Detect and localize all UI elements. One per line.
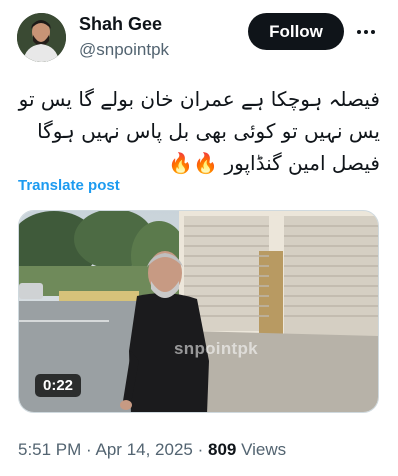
post-metadata: 5:51 PM · Apr 14, 2025 · 809 Views: [18, 440, 286, 460]
avatar[interactable]: [17, 13, 66, 62]
follow-button[interactable]: Follow: [248, 13, 344, 50]
tweet-text: فیصلہ ہوچکا ہے عمران خان بولے گا یس تو ی…: [18, 83, 380, 179]
translate-post-link[interactable]: Translate post: [18, 177, 120, 194]
post-date[interactable]: Apr 14, 2025: [96, 440, 193, 459]
views-count[interactable]: 809: [208, 440, 236, 459]
more-options-icon[interactable]: [352, 18, 380, 46]
views-label: Views: [241, 440, 287, 459]
post-time[interactable]: 5:51 PM: [18, 440, 81, 459]
tweet-line: فیصل امین گنڈاپور 🔥🔥: [168, 151, 380, 175]
separator-dot: ·: [86, 440, 92, 459]
author-name[interactable]: Shah Gee: [79, 14, 162, 35]
video-player[interactable]: snpointpk 0:22: [18, 210, 379, 413]
tweet-line: فیصلہ ہوچکا ہے عمران خان بولے گا یس تو: [18, 87, 380, 111]
avatar-image: [17, 13, 66, 62]
separator-dot: ·: [197, 440, 204, 459]
tweet-line: یس نہیں تو کوئی بھی بل پاس نہیں ہوگا: [37, 119, 380, 143]
video-watermark: snpointpk: [174, 339, 258, 358]
author-handle[interactable]: @snpointpk: [79, 40, 169, 60]
video-duration-badge: 0:22: [35, 374, 82, 397]
